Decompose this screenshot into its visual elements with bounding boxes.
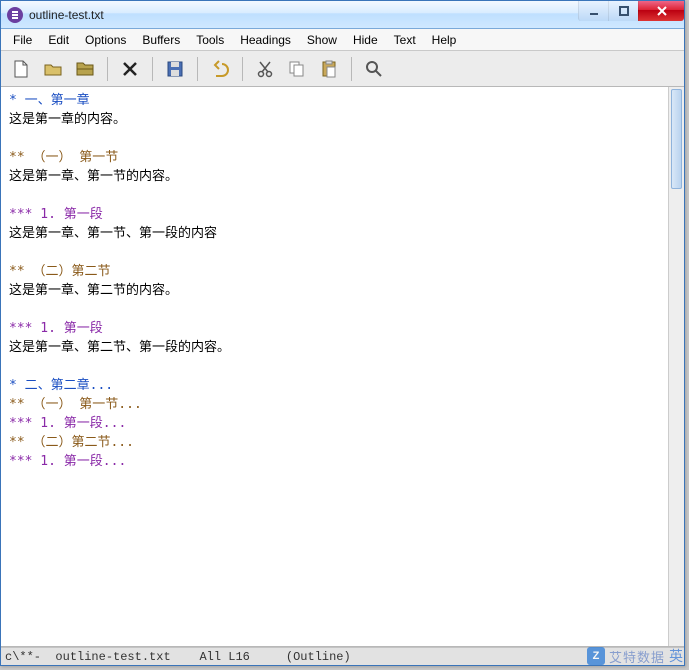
menu-hide[interactable]: Hide bbox=[345, 31, 386, 49]
menu-help[interactable]: Help bbox=[424, 31, 465, 49]
watermark: Z 艾特数据 英 bbox=[587, 646, 683, 666]
menu-show[interactable]: Show bbox=[299, 31, 345, 49]
watermark-text: 艾特数据 bbox=[609, 647, 665, 666]
new-file-icon[interactable] bbox=[7, 55, 35, 83]
watermark-tail: 英 bbox=[669, 646, 683, 666]
menu-tools[interactable]: Tools bbox=[188, 31, 232, 49]
menu-options[interactable]: Options bbox=[77, 31, 134, 49]
scrollbar-thumb[interactable] bbox=[671, 89, 682, 189]
menubar: File Edit Options Buffers Tools Headings… bbox=[1, 29, 684, 51]
window-frame: outline-test.txt File Edit Options Buffe… bbox=[0, 0, 685, 666]
toolbar bbox=[1, 51, 684, 87]
cut-icon[interactable] bbox=[251, 55, 279, 83]
menu-text[interactable]: Text bbox=[386, 31, 424, 49]
status-buffer-name: outline-test.txt bbox=[55, 650, 170, 664]
dired-icon[interactable] bbox=[71, 55, 99, 83]
toolbar-separator bbox=[351, 57, 352, 81]
status-position: All L16 bbox=[199, 650, 249, 664]
status-mode: (Outline) bbox=[286, 650, 351, 664]
toolbar-separator bbox=[107, 57, 108, 81]
window-controls bbox=[578, 1, 684, 21]
kill-buffer-icon[interactable] bbox=[116, 55, 144, 83]
menu-edit[interactable]: Edit bbox=[40, 31, 77, 49]
copy-icon[interactable] bbox=[283, 55, 311, 83]
undo-icon[interactable] bbox=[206, 55, 234, 83]
toolbar-separator bbox=[197, 57, 198, 81]
search-icon[interactable] bbox=[360, 55, 388, 83]
mode-line[interactable]: c\**- outline-test.txt All L16 (Outline) bbox=[1, 647, 684, 665]
paste-icon[interactable] bbox=[315, 55, 343, 83]
maximize-button[interactable] bbox=[608, 1, 638, 21]
window-title: outline-test.txt bbox=[29, 8, 104, 22]
close-button[interactable] bbox=[638, 1, 684, 21]
editor-text[interactable]: * 一、第一章 这是第一章的内容。 ** （一） 第一节 这是第一章、第一节的内… bbox=[1, 87, 668, 646]
menu-headings[interactable]: Headings bbox=[232, 31, 299, 49]
open-file-icon[interactable] bbox=[39, 55, 67, 83]
vertical-scrollbar[interactable] bbox=[668, 87, 684, 646]
minimize-button[interactable] bbox=[578, 1, 608, 21]
menu-file[interactable]: File bbox=[5, 31, 40, 49]
titlebar[interactable]: outline-test.txt bbox=[1, 1, 684, 29]
toolbar-separator bbox=[242, 57, 243, 81]
toolbar-separator bbox=[152, 57, 153, 81]
editor-area: * 一、第一章 这是第一章的内容。 ** （一） 第一节 这是第一章、第一节的内… bbox=[1, 87, 684, 647]
watermark-badge: Z bbox=[587, 647, 605, 665]
save-icon[interactable] bbox=[161, 55, 189, 83]
app-icon bbox=[7, 7, 23, 23]
menu-buffers[interactable]: Buffers bbox=[134, 31, 188, 49]
status-left: c\**- bbox=[5, 650, 41, 664]
